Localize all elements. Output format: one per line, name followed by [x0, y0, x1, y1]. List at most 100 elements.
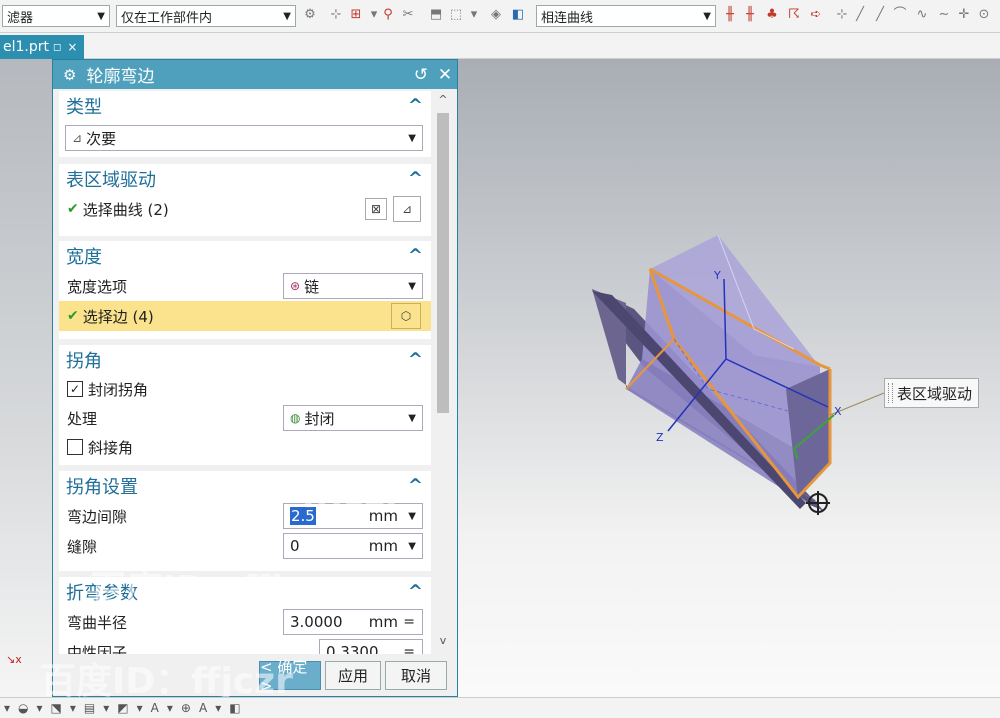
chevron-down-icon[interactable]: v — [433, 634, 453, 652]
ok-button[interactable]: < 确定 > — [259, 658, 321, 695]
chevron-down-icon[interactable]: ▾ — [4, 701, 10, 715]
section-corner-settings-header[interactable]: 拐角设置 ^ — [59, 471, 431, 501]
render-style-icon[interactable]: ◒ — [18, 701, 28, 715]
point-icon[interactable]: ⊹ — [834, 7, 850, 23]
chevron-up-icon[interactable]: ^ — [408, 581, 423, 602]
apply-button[interactable]: 应用 — [325, 661, 381, 690]
bend-radius-input[interactable]: 3.0000 mm = — [283, 609, 423, 635]
chevron-up-icon[interactable]: ^ — [408, 349, 423, 370]
chevron-down-icon[interactable]: ▾ — [103, 701, 109, 715]
chevron-down-icon[interactable]: ▾ — [215, 701, 221, 715]
close-corner-row[interactable]: ✓ 封闭拐角 — [59, 375, 431, 403]
solid-body-icon[interactable]: ◈ — [488, 7, 504, 23]
select-edge-label: 选择边 (4) — [82, 307, 154, 326]
chevron-down-icon[interactable]: ▾ — [70, 701, 76, 715]
chevron-down-icon[interactable]: ▾ — [167, 701, 173, 715]
cursor-icon — [806, 491, 830, 515]
miter-row[interactable]: 斜接角 — [59, 433, 431, 461]
add-point-icon[interactable]: ⊞ — [348, 7, 364, 23]
surface-drive-callout[interactable]: 表区域驱动 — [884, 378, 980, 408]
plus-icon[interactable]: ✛ — [956, 7, 972, 23]
dialog-scrollbar[interactable]: ^ v — [433, 91, 453, 654]
close-icon[interactable]: ✕ — [433, 65, 457, 85]
point-snap-icon[interactable]: ⊹ — [328, 7, 344, 23]
curve-rule-dropdown[interactable]: 相连曲线 ▼ — [536, 5, 716, 27]
chevron-down-icon: ▼ — [408, 280, 416, 292]
section-corner-header[interactable]: 拐角 ^ — [59, 345, 431, 375]
curve-pick-icon[interactable]: ⚲ — [380, 7, 396, 23]
selection-scope-dropdown[interactable]: 仅在工作部件内 ▼ — [116, 5, 296, 27]
section-corner: 拐角 ^ ✓ 封闭拐角 处理 ◍ 封闭 ▼ 斜接角 — [59, 345, 431, 465]
spline-icon[interactable]: ∿ — [914, 7, 930, 23]
chevron-up-icon[interactable]: ^ — [408, 95, 423, 116]
flange-gap-input[interactable]: 2.5 mm ▼ — [283, 503, 423, 529]
chevron-down-icon[interactable]: ▾ — [137, 701, 143, 715]
chevron-down-icon: ▼ — [97, 10, 105, 22]
bend-radius-value: 3.0000 — [290, 613, 343, 631]
axis-triad-icon: ↘x — [6, 653, 22, 666]
curve-select-icon[interactable]: ⊿ — [393, 196, 421, 222]
reset-icon[interactable]: ↺ — [409, 65, 433, 85]
close-corner-checkbox[interactable]: ✓ — [67, 381, 83, 397]
document-tab[interactable]: el1.prt ◻ × — [0, 35, 84, 59]
treatment-select[interactable]: ◍ 封闭 ▼ — [283, 405, 423, 431]
chevron-down-icon: ▼ — [408, 132, 416, 144]
circle-icon[interactable]: ⊙ — [976, 7, 992, 23]
zoom-icon[interactable]: ⊕ — [181, 701, 191, 715]
bend-radius-row: 弯曲半径 3.0000 mm = — [59, 607, 431, 637]
chevron-down-icon[interactable]: ▾ — [37, 701, 43, 715]
cancel-button[interactable]: 取消 — [385, 661, 447, 690]
selection-filter-dropdown[interactable]: 滤器 ▼ — [2, 5, 110, 27]
snap-settings-icon[interactable]: ⚙ — [302, 7, 318, 23]
scrollbar-thumb[interactable] — [437, 113, 449, 413]
cube-icon[interactable]: ⬡ — [391, 303, 421, 329]
edit-section-icon[interactable]: ◩ — [117, 701, 128, 715]
dialog-footer: < 确定 > 应用 取消 — [53, 654, 457, 696]
wave-icon[interactable]: ∼ — [936, 7, 952, 23]
stop-at-intersection-icon[interactable]: ╫ — [742, 7, 758, 23]
width-option-label: 宽度选项 — [67, 277, 128, 296]
select-curve-row[interactable]: ✔ 选择曲线 (2) ⊠ ⊿ — [59, 194, 431, 224]
line-icon[interactable]: ╱ — [872, 7, 888, 23]
text-style-icon[interactable]: A — [199, 701, 207, 715]
sketch-icon[interactable]: ⊠ — [365, 198, 387, 220]
y-axis-label: Y — [714, 269, 721, 282]
component-icon[interactable]: ⬒ — [428, 7, 444, 23]
chevron-up-icon[interactable]: ^ — [408, 168, 423, 189]
section-type-header[interactable]: 类型 ^ — [59, 91, 431, 121]
orient-view-icon[interactable]: ⬔ — [51, 701, 62, 715]
intersection-icon[interactable]: ╫ — [722, 7, 738, 23]
cube-view-icon[interactable]: ◧ — [510, 7, 526, 23]
annotation-icon[interactable]: A — [151, 701, 159, 715]
feature-curves-icon[interactable]: ☈ — [786, 7, 802, 23]
width-option-select[interactable]: ⊛ 链 ▼ — [283, 273, 423, 299]
miter-checkbox[interactable] — [67, 439, 83, 455]
type-select[interactable]: ⊿ 次要 ▼ — [65, 125, 423, 151]
bend-radius-label: 弯曲半径 — [67, 613, 128, 632]
chevron-down-icon: ▼ — [408, 510, 416, 522]
gear-icon: ⚙ — [63, 65, 77, 84]
chevron-up-icon[interactable]: ^ — [408, 475, 423, 496]
section-surface-drive-header[interactable]: 表区域驱动 ^ — [59, 164, 431, 194]
chevron-down-icon[interactable]: ▾ — [466, 7, 482, 23]
arc-icon[interactable]: ⌒ — [892, 7, 908, 23]
neutral-factor-input[interactable]: 0.3300 = — [319, 639, 423, 654]
seam-input[interactable]: 0 mm ▼ — [283, 533, 423, 559]
chevron-up-icon[interactable]: ^ — [408, 245, 423, 266]
equals-icon[interactable]: = — [403, 614, 415, 630]
section-bend-params-header[interactable]: 折弯参数 ^ — [59, 577, 431, 607]
select-curve-label: 选择曲线 (2) — [82, 200, 169, 219]
close-icon[interactable]: × — [67, 40, 77, 54]
layer-icon[interactable]: ▤ — [84, 701, 95, 715]
section-width-header[interactable]: 宽度 ^ — [59, 241, 431, 271]
follow-fillet-icon[interactable]: ♣ — [764, 7, 780, 23]
chevron-up-icon[interactable]: ^ — [433, 93, 453, 111]
section-bend-params: 折弯参数 ^ 弯曲半径 3.0000 mm = 中性因子 0.3300 = — [59, 577, 431, 654]
equals-icon[interactable]: = — [403, 644, 415, 654]
box-select-icon[interactable]: ⬚ — [448, 7, 464, 23]
select-edge-row[interactable]: ✔ 选择边 (4) ⬡ — [59, 301, 431, 331]
display-icon[interactable]: ◧ — [229, 701, 240, 715]
scissors-icon[interactable]: ✂ — [400, 7, 416, 23]
arrow-right-icon[interactable]: ➪ — [808, 7, 824, 23]
line-icon[interactable]: ╱ — [852, 7, 868, 23]
